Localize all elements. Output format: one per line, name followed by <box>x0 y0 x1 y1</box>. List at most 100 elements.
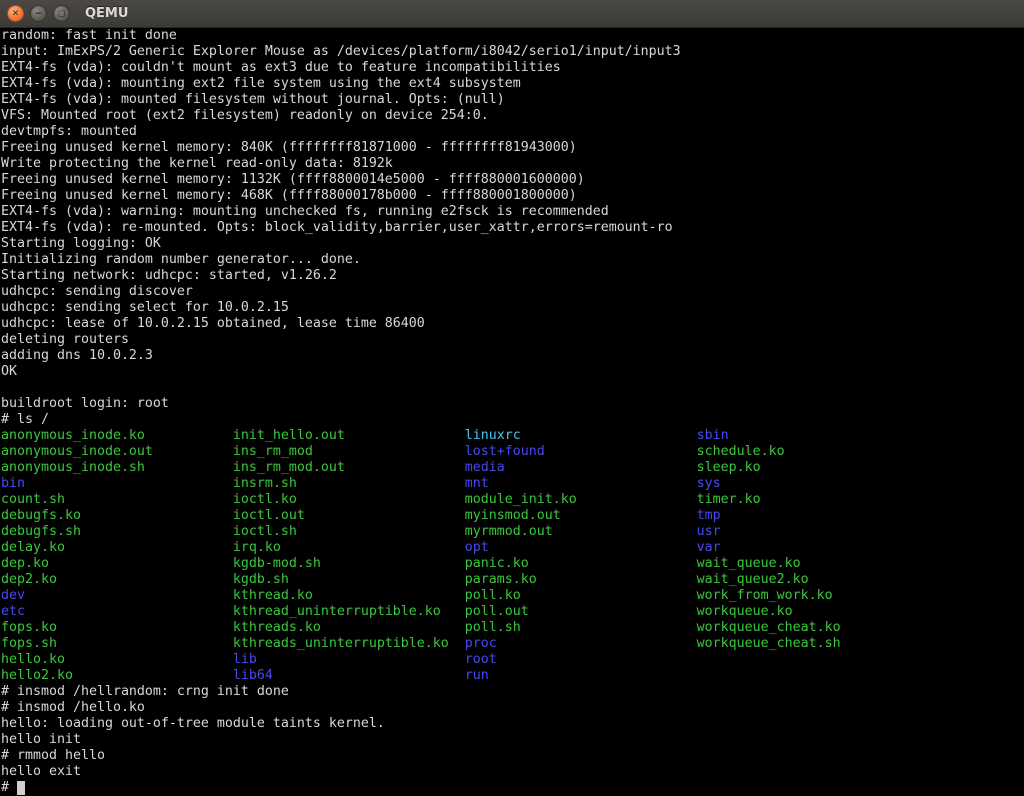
terminal-text: udhcpc: sending select for 10.0.2.15 <box>1 300 289 315</box>
terminal-line: debugfs.ko ioctl.out myinsmod.out tmp <box>1 508 1024 524</box>
terminal-text: sbin <box>697 428 729 443</box>
terminal-line: etc kthread_uninterruptible.ko poll.out … <box>1 604 1024 620</box>
terminal-line: Write protecting the kernel read-only da… <box>1 156 1024 172</box>
terminal-text: lib <box>233 652 465 667</box>
terminal-text: delay.ko <box>1 540 233 555</box>
terminal-text: # insmod /hello.ko <box>1 700 145 715</box>
minimize-icon: − <box>35 9 43 19</box>
terminal-line: # <box>1 780 1024 796</box>
window-titlebar[interactable]: ✕ − ◻ QEMU <box>0 0 1024 28</box>
terminal-line: hello init <box>1 732 1024 748</box>
terminal-line: anonymous_inode.out ins_rm_mod lost+foun… <box>1 444 1024 460</box>
terminal-text: kthreads_uninterruptible.ko <box>233 636 465 651</box>
terminal-text: wait_queue.ko <box>697 556 801 571</box>
terminal-line: random: fast init done <box>1 28 1024 44</box>
terminal-text: work_from_work.ko <box>697 588 833 603</box>
terminal-text: # ls / <box>1 412 49 427</box>
terminal-text: count.sh <box>1 492 233 507</box>
terminal-line: dev kthread.ko poll.ko work_from_work.ko <box>1 588 1024 604</box>
terminal-text: ioctl.sh <box>233 524 465 539</box>
terminal-text: hello2.ko <box>1 668 233 683</box>
terminal-line: # rmmod hello <box>1 748 1024 764</box>
terminal-text: params.ko <box>465 572 697 587</box>
terminal-line: EXT4-fs (vda): mounting ext2 file system… <box>1 76 1024 92</box>
terminal-line: Starting network: udhcpc: started, v1.26… <box>1 268 1024 284</box>
terminal-text: bin <box>1 476 233 491</box>
terminal-line: delay.ko irq.ko opt var <box>1 540 1024 556</box>
terminal-text: etc <box>1 604 233 619</box>
terminal-text: deleting routers <box>1 332 129 347</box>
terminal-line: dep2.ko kgdb.sh params.ko wait_queue2.ko <box>1 572 1024 588</box>
terminal-text: input: ImExPS/2 Generic Explorer Mouse a… <box>1 44 681 59</box>
terminal-line <box>1 380 1024 396</box>
terminal-text: workqueue_cheat.ko <box>697 620 841 635</box>
terminal-text: EXT4-fs (vda): mounting ext2 file system… <box>1 76 521 91</box>
terminal-text: sleep.ko <box>697 460 761 475</box>
terminal-line: udhcpc: sending select for 10.0.2.15 <box>1 300 1024 316</box>
terminal-text: kthread.ko <box>233 588 465 603</box>
terminal-text: Initializing random number generator... … <box>1 252 361 267</box>
terminal-text: OK <box>1 364 17 379</box>
terminal-text: tmp <box>697 508 721 523</box>
terminal-text: linuxrc <box>465 428 697 443</box>
close-button[interactable]: ✕ <box>7 5 24 22</box>
terminal-text: Freeing unused kernel memory: 840K (ffff… <box>1 140 577 155</box>
terminal-text: anonymous_inode.out <box>1 444 233 459</box>
terminal-text: myinsmod.out <box>465 508 697 523</box>
terminal-text: Starting network: udhcpc: started, v1.26… <box>1 268 337 283</box>
terminal-text: udhcpc: sending discover <box>1 284 193 299</box>
terminal-text: hello init <box>1 732 81 747</box>
maximize-button[interactable]: ◻ <box>53 5 70 22</box>
terminal-text: anonymous_inode.sh <box>1 460 233 475</box>
terminal-line: hello2.ko lib64 run <box>1 668 1024 684</box>
terminal-text: schedule.ko <box>697 444 785 459</box>
terminal-text: EXT4-fs (vda): mounted filesystem withou… <box>1 92 505 107</box>
terminal-text: mnt <box>465 476 697 491</box>
terminal-line: devtmpfs: mounted <box>1 124 1024 140</box>
terminal-line: Freeing unused kernel memory: 840K (ffff… <box>1 140 1024 156</box>
terminal-line: # insmod /hellrandom: crng init done <box>1 684 1024 700</box>
maximize-icon: ◻ <box>58 9 65 19</box>
terminal-text: random: fast init done <box>1 28 177 43</box>
terminal-text: irq.ko <box>233 540 465 555</box>
terminal-text: poll.sh <box>465 620 697 635</box>
minimize-button[interactable]: − <box>30 5 47 22</box>
terminal-text: devtmpfs: mounted <box>1 124 137 139</box>
terminal-text: ioctl.out <box>233 508 465 523</box>
terminal-text: poll.ko <box>465 588 697 603</box>
terminal-text: VFS: Mounted root (ext2 filesystem) read… <box>1 108 489 123</box>
terminal-line: VFS: Mounted root (ext2 filesystem) read… <box>1 108 1024 124</box>
terminal-line: udhcpc: sending discover <box>1 284 1024 300</box>
terminal-text: udhcpc: lease of 10.0.2.15 obtained, lea… <box>1 316 425 331</box>
terminal-text: fops.sh <box>1 636 233 651</box>
terminal-text: timer.ko <box>697 492 761 507</box>
terminal-line: fops.ko kthreads.ko poll.sh workqueue_ch… <box>1 620 1024 636</box>
terminal-line: Starting logging: OK <box>1 236 1024 252</box>
terminal-line: buildroot login: root <box>1 396 1024 412</box>
terminal-text: # rmmod hello <box>1 748 105 763</box>
terminal-text: Freeing unused kernel memory: 1132K (fff… <box>1 172 585 187</box>
terminal-text: hello.ko <box>1 652 233 667</box>
terminal-cursor <box>17 781 25 795</box>
terminal-line: input: ImExPS/2 Generic Explorer Mouse a… <box>1 44 1024 60</box>
terminal-text: kgdb-mod.sh <box>233 556 465 571</box>
terminal-text: sys <box>697 476 721 491</box>
terminal-text: myrmmod.out <box>465 524 697 539</box>
terminal-text: lost+found <box>465 444 697 459</box>
terminal-text: Freeing unused kernel memory: 468K (ffff… <box>1 188 577 203</box>
terminal-text: debugfs.ko <box>1 508 233 523</box>
terminal-line: EXT4-fs (vda): mounted filesystem withou… <box>1 92 1024 108</box>
terminal-line: Initializing random number generator... … <box>1 252 1024 268</box>
terminal-text: workqueue_cheat.sh <box>697 636 841 651</box>
terminal-text: adding dns 10.0.2.3 <box>1 348 153 363</box>
terminal-text: ioctl.ko <box>233 492 465 507</box>
terminal-text: lib64 <box>233 668 465 683</box>
terminal-text: insrm.sh <box>233 476 465 491</box>
terminal-text: opt <box>465 540 697 555</box>
terminal-line: OK <box>1 364 1024 380</box>
terminal-screen[interactable]: random: fast init doneinput: ImExPS/2 Ge… <box>0 28 1024 796</box>
terminal-text: hello: loading out-of-tree module taints… <box>1 716 385 731</box>
terminal-text: dev <box>1 588 233 603</box>
terminal-text: hello exit <box>1 764 81 779</box>
terminal-line: count.sh ioctl.ko module_init.ko timer.k… <box>1 492 1024 508</box>
